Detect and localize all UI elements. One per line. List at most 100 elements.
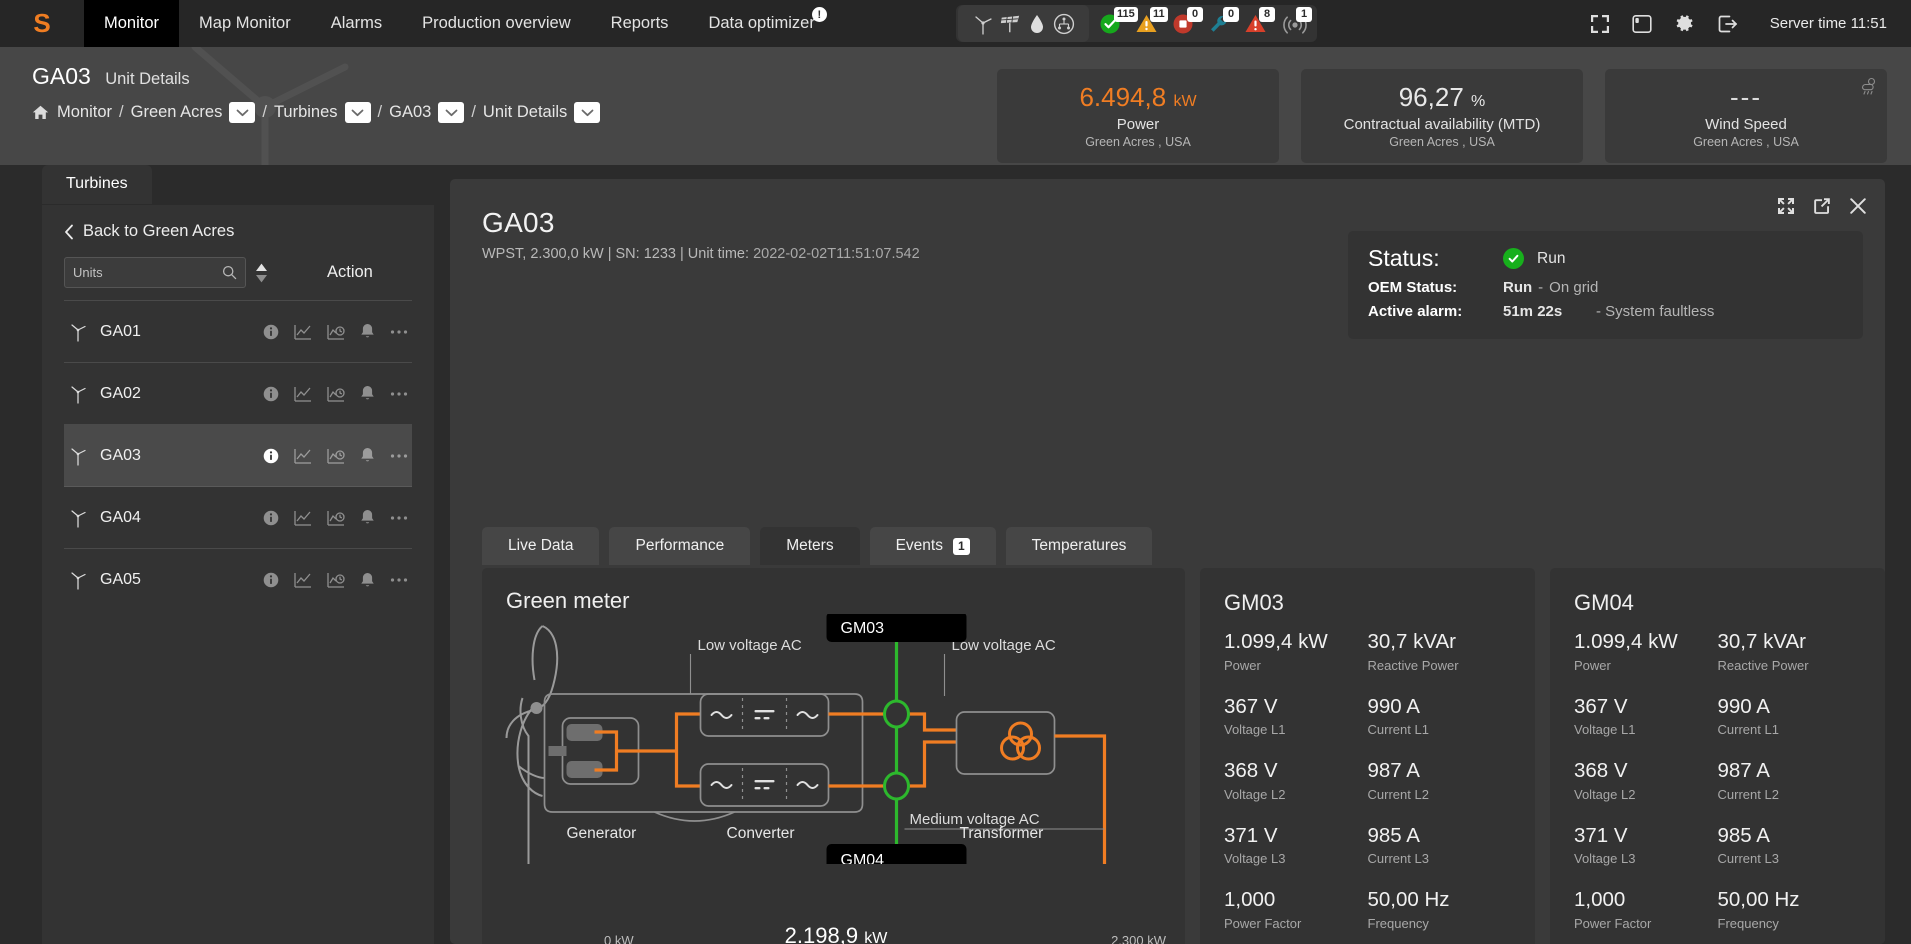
more-icon[interactable] bbox=[390, 453, 408, 459]
kpi-card-wind-speed[interactable]: --- Wind Speed Green Acres , USA bbox=[1605, 69, 1887, 163]
detail-tabs: Live Data Performance Meters Events 1 Te… bbox=[482, 527, 1153, 565]
info-icon[interactable] bbox=[263, 572, 279, 588]
fullscreen-icon[interactable] bbox=[1590, 14, 1610, 34]
bell-icon[interactable] bbox=[360, 447, 375, 464]
tab-temperatures[interactable]: Temperatures bbox=[1005, 527, 1153, 565]
tab-live-data[interactable]: Live Data bbox=[482, 527, 600, 565]
info-icon[interactable] bbox=[263, 324, 279, 340]
history-chart-icon[interactable] bbox=[327, 448, 345, 464]
info-icon[interactable] bbox=[263, 448, 279, 464]
events-badge: 1 bbox=[952, 537, 970, 555]
app-logo[interactable]: S bbox=[0, 0, 84, 47]
unit-actions bbox=[263, 385, 408, 402]
search-input[interactable] bbox=[73, 265, 237, 280]
nav-item-alarms[interactable]: Alarms bbox=[311, 0, 402, 47]
counter-stopped-badge: 0 bbox=[1187, 7, 1203, 22]
label-transformer: Transformer bbox=[960, 825, 1044, 842]
bell-icon[interactable] bbox=[360, 385, 375, 402]
oem-status-detail: On grid bbox=[1549, 279, 1599, 296]
reading-value: 1,000 bbox=[1224, 888, 1276, 912]
back-to-green-acres-link[interactable]: Back to Green Acres bbox=[42, 205, 434, 241]
tab-meters[interactable]: Meters bbox=[760, 527, 860, 565]
nav-item-production-overview[interactable]: Production overview bbox=[402, 0, 591, 47]
history-chart-icon[interactable] bbox=[327, 510, 345, 526]
breadcrumb-item-turbines[interactable]: Turbines bbox=[274, 103, 338, 122]
breadcrumb-item-green-acres[interactable]: Green Acres bbox=[131, 103, 223, 122]
nav-item-monitor[interactable]: Monitor bbox=[84, 0, 180, 47]
page-header-bar: GA03 Unit Details Monitor / Green Acres … bbox=[0, 47, 1911, 165]
breadcrumb-dropdown-turbines[interactable] bbox=[344, 102, 371, 123]
counter-warning[interactable]: 11 bbox=[1135, 5, 1168, 42]
turbine-icon bbox=[71, 509, 86, 528]
water-drop-icon[interactable] bbox=[1026, 13, 1048, 35]
breadcrumb-dropdown-green-acres[interactable] bbox=[229, 102, 256, 123]
tab-events[interactable]: Events 1 bbox=[869, 527, 996, 565]
tab-turbines[interactable]: Turbines bbox=[42, 165, 152, 204]
list-item[interactable]: GA04 bbox=[64, 487, 412, 549]
more-icon[interactable] bbox=[390, 515, 408, 521]
more-icon[interactable] bbox=[390, 329, 408, 335]
history-chart-icon[interactable] bbox=[327, 324, 345, 340]
history-chart-icon[interactable] bbox=[327, 572, 345, 588]
nav-label: Alarms bbox=[330, 14, 383, 32]
reading-value: 367 V bbox=[1224, 694, 1278, 718]
gear-icon[interactable] bbox=[1674, 13, 1695, 34]
green-meter-diagram: Low voltage AC Low voltage AC Medium vol… bbox=[505, 614, 1107, 864]
reading-current-l1: 990 A Current L1 bbox=[1368, 695, 1512, 738]
bell-icon[interactable] bbox=[360, 509, 375, 526]
expand-icon[interactable] bbox=[1777, 197, 1795, 220]
solar-panel-icon[interactable] bbox=[999, 13, 1021, 35]
counter-stopped[interactable]: 0 bbox=[1172, 5, 1203, 42]
tab-performance[interactable]: Performance bbox=[609, 527, 751, 565]
bell-icon[interactable] bbox=[360, 572, 375, 589]
counter-alarm[interactable]: 8 bbox=[1244, 5, 1275, 42]
breadcrumb-item-ga03[interactable]: GA03 bbox=[389, 103, 431, 122]
sort-asc-icon bbox=[256, 263, 267, 271]
nav-item-data-optimizer[interactable]: Data optimizer ! bbox=[688, 0, 834, 47]
nav-item-map-monitor[interactable]: Map Monitor bbox=[179, 0, 311, 47]
topnav-right-actions: Server time 11:51 bbox=[1590, 0, 1911, 47]
kpi-card-availability[interactable]: 96,27 % Contractual availability (MTD) G… bbox=[1301, 69, 1583, 163]
bell-icon[interactable] bbox=[360, 323, 375, 340]
power-gauge-value: 2.198,9 kW bbox=[506, 923, 1166, 944]
list-item[interactable]: GA05 bbox=[64, 549, 412, 611]
reading-frequency: 50,00 Hz Frequency bbox=[1718, 888, 1862, 931]
panel-toggle-icon[interactable] bbox=[1632, 14, 1652, 34]
grid-node-icon[interactable] bbox=[1053, 13, 1075, 35]
info-icon[interactable] bbox=[263, 510, 279, 526]
unit-time-value: 2022-02-02T11:51:07.542 bbox=[753, 246, 920, 262]
reading-reactive-power: 30,7 kVAr Reactive Power bbox=[1718, 630, 1862, 673]
trend-chart-icon[interactable] bbox=[294, 510, 312, 526]
counter-maintenance[interactable]: 0 bbox=[1208, 5, 1239, 42]
units-search-box[interactable] bbox=[64, 257, 246, 288]
wind-turbine-icon[interactable] bbox=[972, 13, 994, 35]
sort-toggle[interactable] bbox=[255, 263, 268, 283]
more-icon[interactable] bbox=[390, 577, 408, 583]
breadcrumb-item-monitor[interactable]: Monitor bbox=[57, 103, 112, 122]
trend-chart-icon[interactable] bbox=[294, 448, 312, 464]
popout-icon[interactable] bbox=[1813, 197, 1831, 220]
trend-chart-icon[interactable] bbox=[294, 572, 312, 588]
breadcrumb-dropdown-ga03[interactable] bbox=[438, 102, 465, 123]
more-icon[interactable] bbox=[390, 391, 408, 397]
list-item[interactable]: GA03 bbox=[64, 425, 412, 487]
nav-item-reports[interactable]: Reports bbox=[591, 0, 689, 47]
breadcrumb-item-unit-details[interactable]: Unit Details bbox=[483, 103, 567, 122]
breadcrumb-dropdown-unit-details[interactable] bbox=[574, 102, 601, 123]
reading-value: 987 A bbox=[1367, 759, 1420, 783]
info-icon[interactable] bbox=[263, 386, 279, 402]
kpi-card-power[interactable]: 6.494,8 kW Power Green Acres , USA bbox=[997, 69, 1279, 163]
reading-value: 990 A bbox=[1717, 694, 1770, 718]
history-chart-icon[interactable] bbox=[327, 386, 345, 402]
list-item[interactable]: GA02 bbox=[64, 363, 412, 425]
reading-value: 987 A bbox=[1717, 759, 1770, 783]
trend-chart-icon[interactable] bbox=[294, 324, 312, 340]
counter-ok[interactable]: 115 bbox=[1099, 5, 1138, 42]
list-item[interactable]: GA01 bbox=[64, 301, 412, 363]
trend-chart-icon[interactable] bbox=[294, 386, 312, 402]
close-icon[interactable] bbox=[1849, 197, 1867, 220]
logout-icon[interactable] bbox=[1717, 14, 1738, 34]
unit-name: GA05 bbox=[100, 571, 141, 588]
counter-signal[interactable]: 1 bbox=[1281, 5, 1312, 42]
home-icon[interactable] bbox=[32, 105, 49, 120]
